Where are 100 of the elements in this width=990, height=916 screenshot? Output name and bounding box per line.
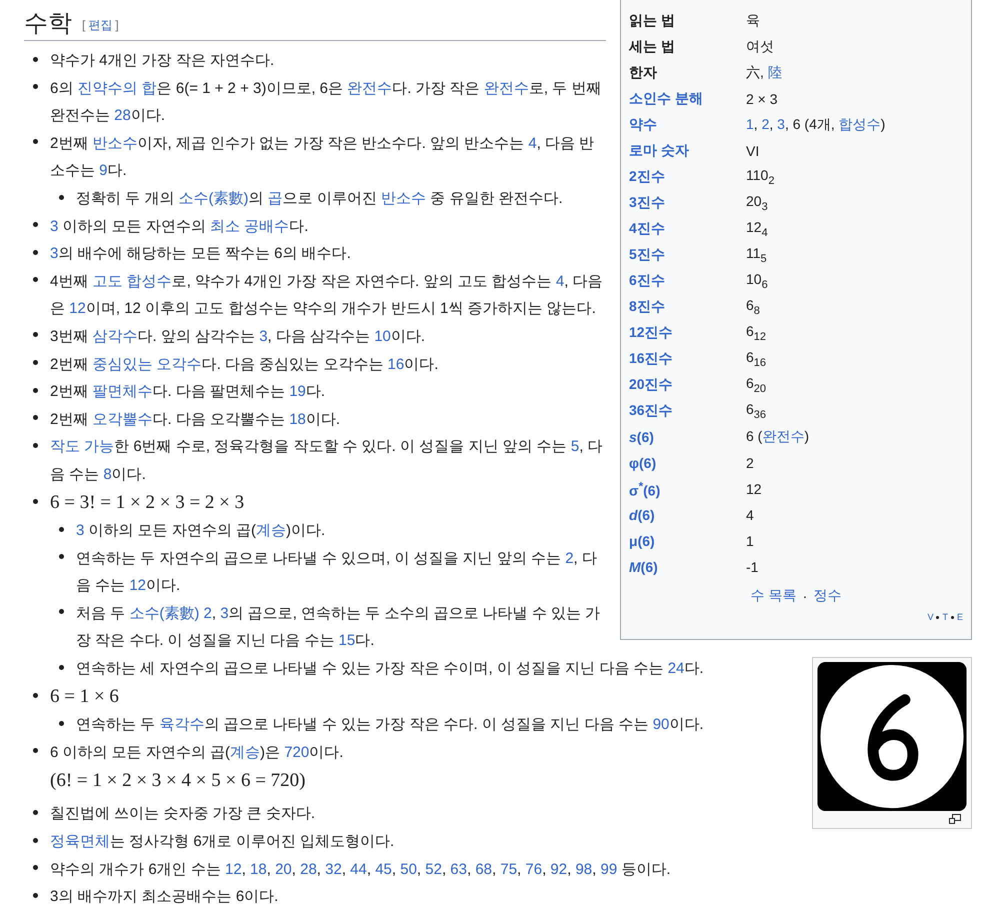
infobox-label-link[interactable]: 20진수 (629, 376, 746, 394)
infobox-label-link[interactable]: s(6) (629, 429, 746, 445)
link[interactable]: 4 (556, 272, 564, 290)
link[interactable]: 진약수의 합 (78, 80, 157, 97)
link[interactable]: 3 (220, 604, 229, 622)
infobox-label-link[interactable]: 소인수 분해 (629, 90, 746, 108)
link[interactable]: 삼각수 (92, 328, 138, 345)
link[interactable]: 고도 합성수 (92, 272, 172, 290)
link[interactable]: 3 (777, 116, 785, 132)
link[interactable]: 32 (325, 860, 342, 878)
infobox-label-link[interactable]: 36진수 (629, 402, 746, 420)
link[interactable]: 수 목록 (750, 587, 797, 605)
link[interactable]: 24 (668, 660, 684, 678)
link[interactable]: 정수 (813, 587, 842, 605)
infobox-value: VI (746, 143, 760, 159)
link[interactable]: 63 (450, 860, 467, 878)
infobox-label-link[interactable]: M(6) (629, 559, 746, 575)
infobox-label-link[interactable]: d(6) (629, 507, 746, 523)
infobox-label-link[interactable]: φ(6) (629, 455, 746, 471)
nav-link[interactable]: T (942, 612, 948, 622)
link[interactable]: 28 (300, 860, 317, 878)
infobox-label-link[interactable]: 12진수 (629, 324, 746, 342)
nav-link[interactable]: E (956, 612, 963, 622)
link[interactable]: 15 (338, 632, 356, 650)
link[interactable]: 92 (550, 860, 568, 878)
bullet-icon (59, 194, 64, 200)
link[interactable]: 소수(素數) (129, 604, 200, 622)
link[interactable]: 계승 (230, 744, 260, 761)
link[interactable]: 3 (76, 522, 84, 540)
link[interactable]: 완전수 (762, 428, 804, 444)
bullet-icon (33, 693, 38, 698)
link[interactable]: 1 (746, 116, 754, 132)
link[interactable]: 중심있는 오각수 (92, 356, 202, 373)
link[interactable]: 팔면체수 (92, 383, 153, 400)
link[interactable]: 3 (259, 328, 268, 345)
link[interactable]: 반소수 (381, 190, 426, 207)
enlarge-icon[interactable] (949, 814, 961, 824)
link[interactable]: 28 (114, 107, 131, 124)
link[interactable]: 8 (103, 466, 112, 483)
link[interactable]: 2 (199, 604, 212, 622)
link[interactable]: 3 (50, 218, 58, 235)
link[interactable]: 정육면체 (50, 833, 110, 850)
link[interactable]: 2 (762, 116, 770, 132)
link[interactable]: 20 (275, 860, 292, 878)
bullet-icon (33, 838, 38, 843)
infobox-label-link[interactable]: σ$^{*}$(6) (629, 480, 746, 498)
link[interactable]: 50 (400, 860, 417, 878)
list-item-text: 3의 배수까지 최소공배수는 6이다. (50, 888, 278, 906)
edit-link[interactable]: 편집 (88, 16, 112, 34)
link[interactable]: 陸 (768, 64, 782, 80)
infobox-label-link[interactable]: 6진수 (629, 272, 746, 290)
link[interactable]: 소수(素數) (178, 190, 249, 207)
link[interactable]: 18 (289, 410, 306, 428)
link[interactable]: 75 (500, 860, 518, 878)
link[interactable]: 12 (129, 577, 146, 594)
infobox-label-link[interactable]: 약수 (629, 116, 746, 134)
link[interactable]: 16 (388, 356, 404, 373)
link[interactable]: 반소수 (92, 134, 138, 152)
link[interactable]: 19 (289, 383, 306, 400)
link[interactable]: 9 (99, 162, 108, 180)
link[interactable]: 육각수 (159, 716, 204, 734)
infobox-label-link[interactable]: 8진수 (629, 298, 746, 316)
infobox-label-link[interactable]: μ(6) (629, 533, 746, 549)
link[interactable]: 4 (528, 134, 537, 152)
link[interactable]: 최소 공배수 (210, 218, 290, 235)
bullet-icon (33, 499, 38, 504)
link[interactable]: 68 (475, 860, 492, 878)
link[interactable]: 3 (50, 245, 58, 262)
link[interactable]: 완전수 (347, 80, 392, 97)
link[interactable]: 완전수 (484, 80, 529, 97)
link[interactable]: 99 (600, 860, 618, 878)
link[interactable]: 12 (225, 860, 242, 878)
link[interactable]: 90 (652, 716, 670, 734)
link[interactable]: 76 (525, 860, 542, 878)
nav-link[interactable]: V (927, 612, 934, 622)
link[interactable]: 12 (69, 300, 86, 318)
infobox-label-link[interactable]: 4진수 (629, 220, 746, 238)
link[interactable]: 합성수 (838, 116, 881, 132)
link[interactable]: 곱 (268, 190, 283, 207)
sub-list-item-text: 정확히 두 개의 소수(素數)의 곱으로 이루어진 반소수 중 유일한 완전수다. (76, 190, 563, 207)
infobox-value: 6 (완전수) (746, 428, 810, 444)
bullet-icon (33, 442, 38, 448)
link[interactable]: 5 (570, 438, 580, 456)
link[interactable]: 18 (250, 860, 267, 878)
link[interactable]: 10 (374, 328, 391, 345)
infobox-label-link[interactable]: 3진수 (629, 194, 746, 212)
infobox-label-link[interactable]: 로마 숫자 (629, 142, 746, 160)
link[interactable]: 44 (350, 860, 367, 878)
link[interactable]: 45 (375, 860, 392, 878)
link[interactable]: 계승 (256, 522, 286, 540)
link[interactable]: 52 (425, 860, 442, 878)
link[interactable]: 98 (575, 860, 592, 878)
infobox-label-link[interactable]: 5진수 (629, 246, 746, 264)
link[interactable]: 720 (284, 744, 310, 761)
link[interactable]: 2 (565, 550, 574, 567)
infobox-label-link[interactable]: 16진수 (629, 350, 746, 368)
link[interactable]: 오각뿔수 (92, 410, 153, 428)
infobox-value: 12$_{4}$ (746, 219, 768, 236)
infobox-label-link[interactable]: 2진수 (629, 168, 746, 186)
link[interactable]: 작도 가능 (50, 438, 114, 456)
